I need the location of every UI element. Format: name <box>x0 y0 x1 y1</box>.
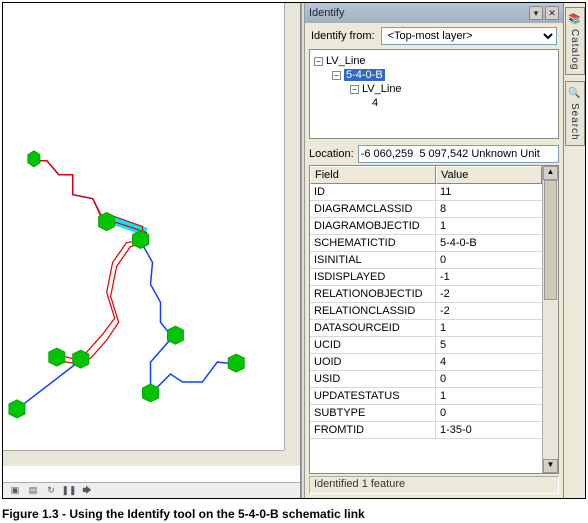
toolbar-icon-b[interactable]: ▤ <box>27 485 39 497</box>
grid-field: DATASOURCEID <box>310 320 436 337</box>
location-label: Location: <box>309 148 354 160</box>
grid-field: RELATIONOBJECTID <box>310 286 436 303</box>
grid-field: DIAGRAMOBJECTID <box>310 218 436 235</box>
grid-value: 5-4-0-B <box>436 235 542 252</box>
grid-value: -2 <box>436 303 542 320</box>
map-toolbar: ▣ ▤ ↻ ❚❚ 🡆 <box>3 482 300 498</box>
schematic-link-red <box>31 161 143 360</box>
scroll-up-icon[interactable]: ▲ <box>543 166 558 180</box>
grid-field: USID <box>310 371 436 388</box>
map-scroll-corner <box>284 450 300 466</box>
tab-catalog[interactable]: 📚 Catalog <box>565 7 585 75</box>
grid-value: 8 <box>436 201 542 218</box>
identify-title: Identify <box>309 7 344 19</box>
catalog-icon: 📚 <box>568 12 582 26</box>
grid-field: UCID <box>310 337 436 354</box>
grid-field: ISINITIAL <box>310 252 436 269</box>
figure-caption: Figure 1.3 - Using the Identify tool on … <box>2 507 586 521</box>
grid-scrollbar[interactable]: ▲ ▼ <box>542 166 558 473</box>
identify-title-bar: Identify ▾ ✕ <box>305 3 563 23</box>
grid-field: FROMTID <box>310 422 436 439</box>
identify-from-row: Identify from: <Top-most layer> <box>305 23 563 49</box>
tree-leaf[interactable]: 4 <box>372 97 378 109</box>
grid-value: 1 <box>436 388 542 405</box>
tab-search-label: Search <box>569 103 580 141</box>
grid-header-field[interactable]: Field <box>310 166 436 184</box>
arrow-icon[interactable]: 🡆 <box>81 485 93 497</box>
map-scrollbar-horizontal[interactable] <box>3 450 284 466</box>
scroll-thumb[interactable] <box>544 180 557 300</box>
identify-tree[interactable]: −LV_Line −5-4-0-B −LV_Line 4 <box>309 49 559 139</box>
tree-root[interactable]: LV_Line <box>326 55 366 67</box>
grid-value: 0 <box>436 405 542 422</box>
grid-field: ISDISPLAYED <box>310 269 436 286</box>
location-input[interactable] <box>358 145 559 163</box>
dropdown-icon[interactable]: ▾ <box>529 6 543 20</box>
toolbar-icon-a[interactable]: ▣ <box>9 485 21 497</box>
side-tabs: 📚 Catalog 🔍 Search <box>563 3 585 498</box>
map-pane: ▣ ▤ ↻ ❚❚ 🡆 <box>3 3 301 498</box>
schematic-link-blue <box>16 360 81 410</box>
schematic-link-blue <box>140 240 173 397</box>
search-icon: 🔍 <box>568 86 582 100</box>
grid-field: SUBTYPE <box>310 405 436 422</box>
tab-search[interactable]: 🔍 Search <box>565 81 585 146</box>
grid-header-value[interactable]: Value <box>436 166 542 184</box>
identify-status: Identified 1 feature <box>309 476 559 494</box>
schematic-link-blue <box>151 362 237 394</box>
grid-value: 0 <box>436 371 542 388</box>
tree-selected[interactable]: 5-4-0-B <box>344 69 385 81</box>
grid-value: 4 <box>436 354 542 371</box>
grid-field: RELATIONCLASSID <box>310 303 436 320</box>
grid-value: 11 <box>436 184 542 201</box>
identify-panel: Identify ▾ ✕ Identify from: <Top-most la… <box>305 3 563 498</box>
refresh-icon[interactable]: ↻ <box>45 485 57 497</box>
map-scrollbar-vertical[interactable] <box>284 3 300 466</box>
grid-field: ID <box>310 184 436 201</box>
tree-collapse-icon[interactable]: − <box>314 57 323 66</box>
tab-catalog-label: Catalog <box>569 29 580 70</box>
grid-value: 0 <box>436 252 542 269</box>
tree-child[interactable]: LV_Line <box>362 83 402 95</box>
tree-collapse-icon[interactable]: − <box>350 85 359 94</box>
grid-value: 1 <box>436 218 542 235</box>
grid-field: SCHEMATICTID <box>310 235 436 252</box>
close-icon[interactable]: ✕ <box>545 6 559 20</box>
grid-field: UOID <box>310 354 436 371</box>
grid-value: 5 <box>436 337 542 354</box>
grid-value: -2 <box>436 286 542 303</box>
grid-body: Field Value ID11 DIAGRAMCLASSID8 DIAGRAM… <box>310 166 542 473</box>
pause-icon[interactable]: ❚❚ <box>63 485 75 497</box>
grid-value: 1 <box>436 320 542 337</box>
grid-value: -1 <box>436 269 542 286</box>
tree-collapse-icon[interactable]: − <box>332 71 341 80</box>
identify-from-label: Identify from: <box>311 30 375 42</box>
schematic-link-blue <box>31 161 105 223</box>
schematic-link-red <box>31 161 147 364</box>
node-group <box>9 151 244 418</box>
grid-value: 1-35-0 <box>436 422 542 439</box>
grid-field: DIAGRAMCLASSID <box>310 201 436 218</box>
location-row: Location: <box>309 145 559 163</box>
grid-field: UPDATESTATUS <box>310 388 436 405</box>
scroll-down-icon[interactable]: ▼ <box>543 459 558 473</box>
identify-from-select[interactable]: <Top-most layer> <box>381 27 557 45</box>
attribute-grid: Field Value ID11 DIAGRAMCLASSID8 DIAGRAM… <box>309 165 559 474</box>
map-canvas[interactable] <box>3 3 300 482</box>
